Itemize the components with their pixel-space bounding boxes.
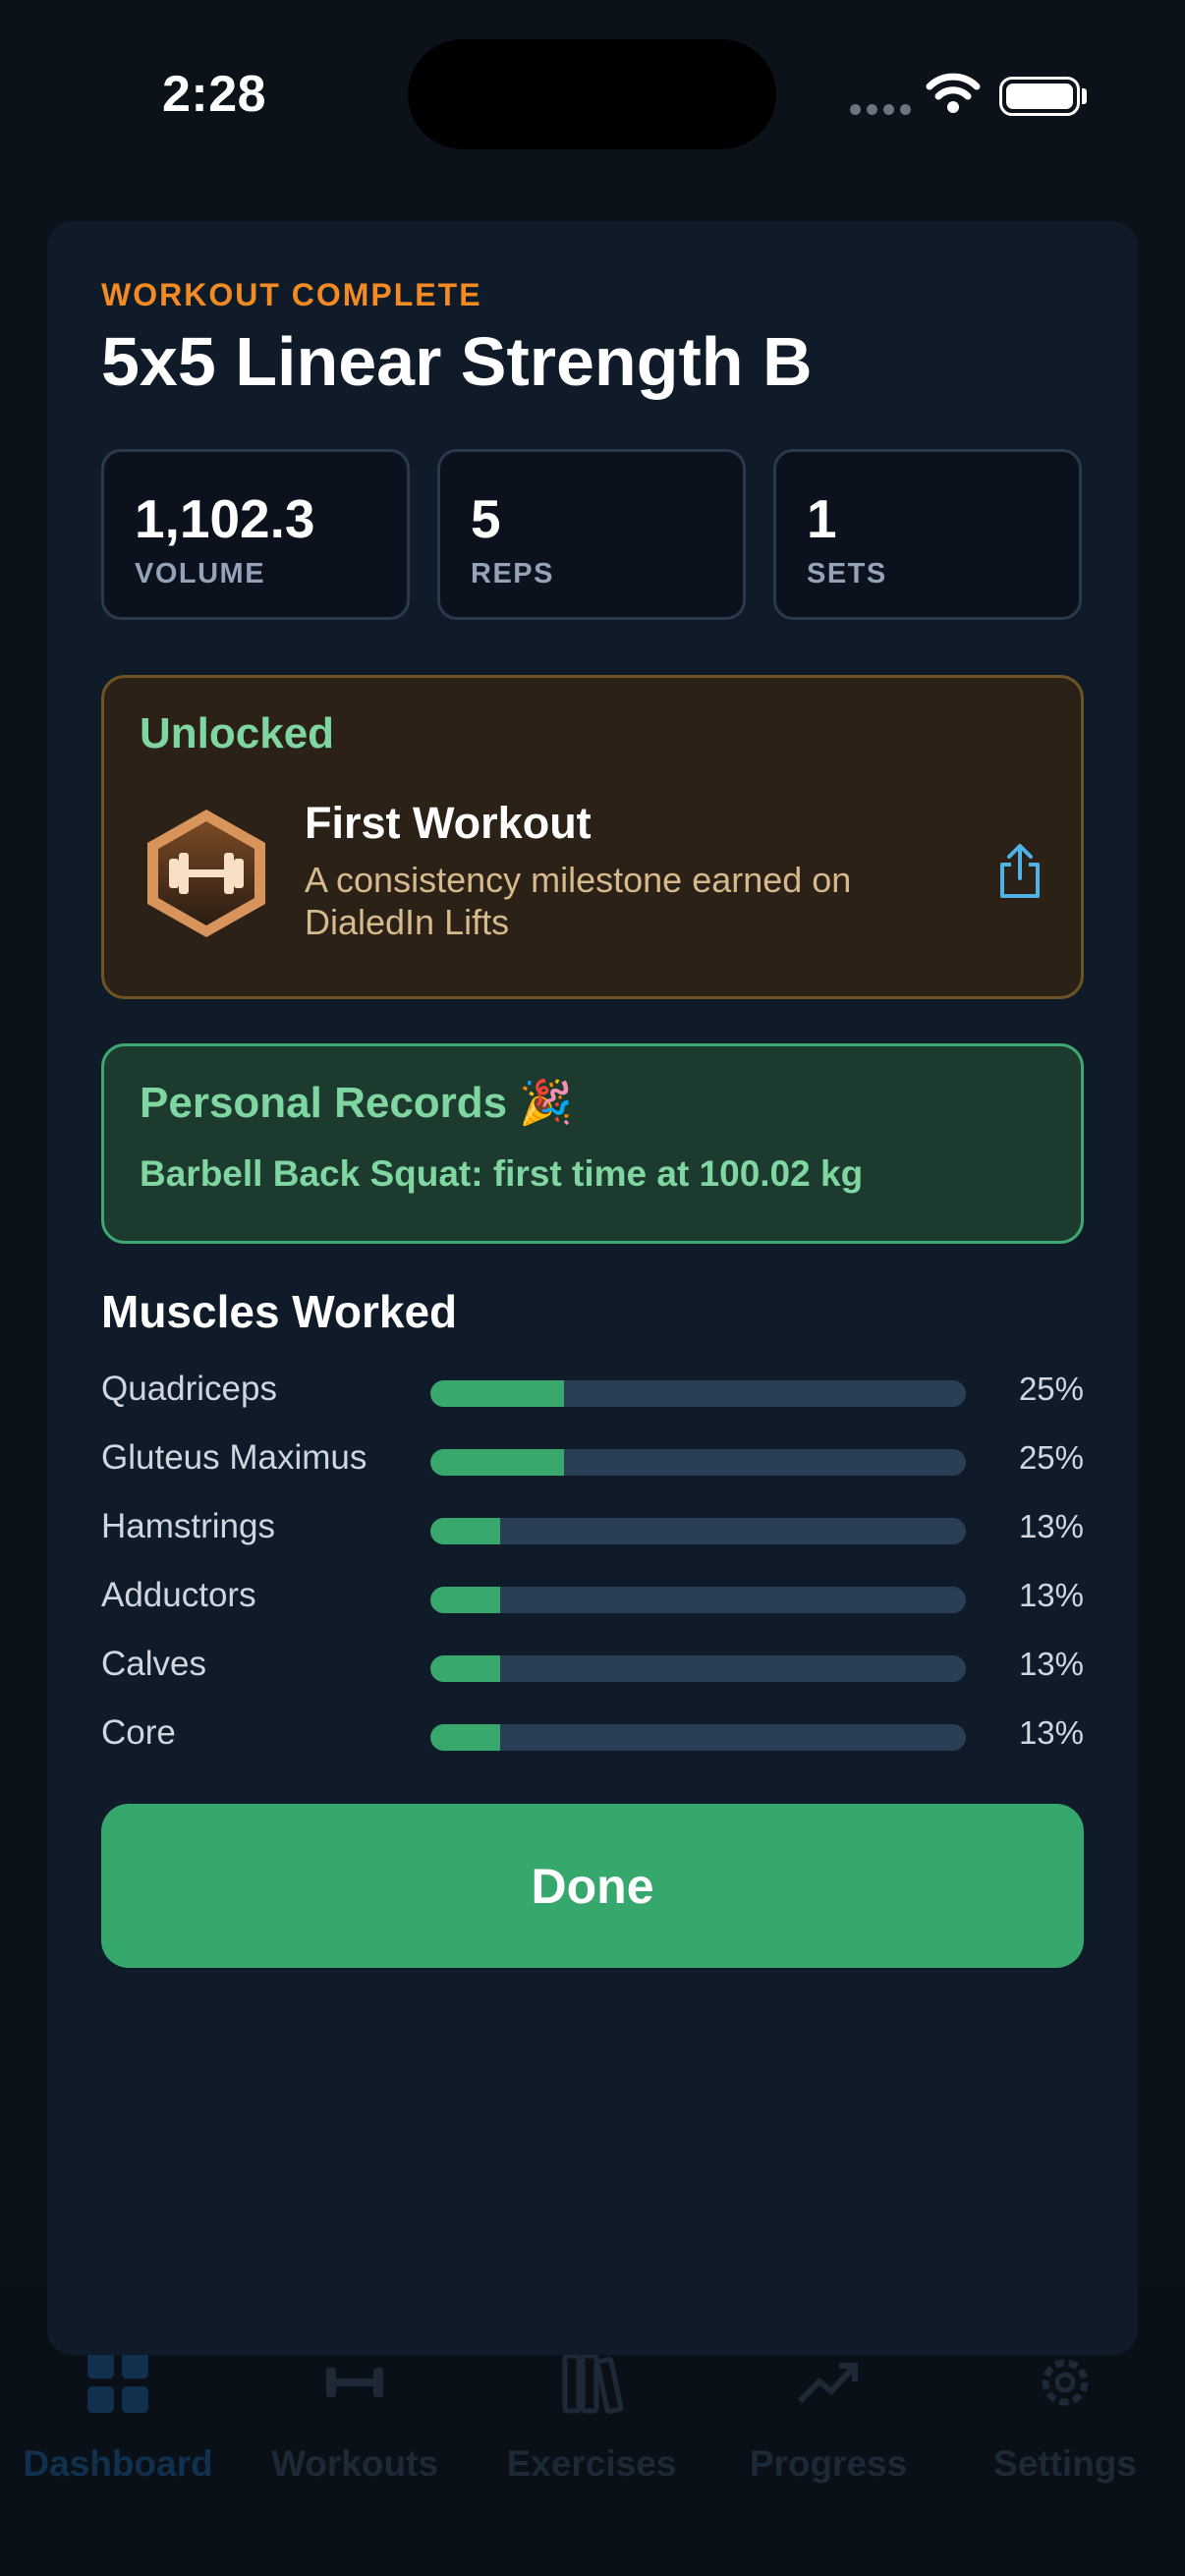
dumbbell-icon — [326, 2368, 383, 2397]
tab-exercises[interactable]: Exercises — [474, 2348, 709, 2485]
stat-value: 1,102.3 — [135, 488, 315, 549]
tab-dashboard[interactable]: Dashboard — [0, 2348, 236, 2485]
muscle-row: Core 13% — [101, 1710, 1084, 1756]
stat-label: REPS — [471, 558, 554, 589]
muscle-percent: 25% — [1018, 1439, 1084, 1476]
gear-icon — [1042, 2359, 1089, 2406]
muscle-bar-fill — [430, 1655, 500, 1682]
muscle-bar-fill — [430, 1518, 500, 1544]
tab-workouts[interactable]: Workouts — [237, 2348, 473, 2485]
books-icon — [562, 2353, 624, 2415]
muscle-row: Gluteus Maximus 25% — [101, 1435, 1084, 1481]
share-icon[interactable] — [994, 843, 1045, 900]
muscle-row: Calves 13% — [101, 1642, 1084, 1687]
stat-value: 5 — [471, 488, 501, 549]
muscle-row: Adductors 13% — [101, 1573, 1084, 1618]
achievement-title: First Workout — [305, 798, 592, 848]
muscle-bar-track — [430, 1380, 966, 1407]
muscle-bar-track — [430, 1449, 966, 1476]
tab-label: Workouts — [271, 2443, 438, 2484]
muscle-bar-fill — [430, 1380, 565, 1407]
muscle-name: Quadriceps — [101, 1370, 277, 1408]
tab-progress[interactable]: Progress — [710, 2348, 946, 2485]
stat-card-reps: 5 REPS — [437, 449, 746, 620]
battery-icon — [999, 77, 1080, 116]
muscle-name: Gluteus Maximus — [101, 1438, 367, 1477]
trend-icon — [797, 2363, 858, 2404]
muscle-bar-fill — [430, 1449, 565, 1476]
stat-label: VOLUME — [135, 558, 266, 589]
muscle-percent: 13% — [1018, 1714, 1084, 1751]
dynamic-island — [408, 39, 776, 149]
achievement-description: A consistency milestone earned on Dialed… — [305, 860, 852, 942]
muscle-bar-track — [430, 1724, 966, 1751]
personal-records-heading: Personal Records 🎉 — [140, 1079, 574, 1127]
muscle-row: Hamstrings 13% — [101, 1504, 1084, 1549]
muscles-worked-heading: Muscles Worked — [101, 1286, 458, 1337]
muscle-bar-fill — [430, 1724, 500, 1751]
muscle-name: Calves — [101, 1645, 206, 1683]
signal-icon — [850, 104, 911, 115]
workout-title: 5x5 Linear Strength B — [101, 323, 813, 400]
muscle-percent: 13% — [1018, 1646, 1084, 1682]
stat-card-sets: 1 SETS — [773, 449, 1082, 620]
tab-label: Exercises — [506, 2443, 677, 2484]
personal-records-card — [101, 1043, 1084, 1244]
muscle-bar-track — [430, 1587, 966, 1613]
muscle-bar-track — [430, 1655, 966, 1682]
muscle-percent: 25% — [1018, 1371, 1084, 1407]
tab-label: Settings — [993, 2443, 1137, 2484]
stat-label: SETS — [807, 558, 887, 589]
unlocked-heading: Unlocked — [140, 709, 335, 757]
personal-record-line: Barbell Back Squat: first time at 100.02… — [140, 1153, 864, 1194]
dumbbell-badge-icon — [147, 810, 265, 937]
muscle-bar-fill — [430, 1587, 500, 1613]
tab-settings[interactable]: Settings — [947, 2348, 1183, 2485]
muscle-percent: 13% — [1018, 1577, 1084, 1613]
muscle-percent: 13% — [1018, 1508, 1084, 1544]
done-button[interactable]: Done — [101, 1804, 1084, 1968]
tab-label: Progress — [749, 2443, 908, 2484]
tab-label: Dashboard — [23, 2443, 213, 2484]
muscle-name: Hamstrings — [101, 1507, 275, 1545]
stat-value: 1 — [807, 488, 837, 549]
muscle-bar-track — [430, 1518, 966, 1544]
muscle-row: Quadriceps 25% — [101, 1367, 1084, 1412]
workout-complete-kicker: WORKOUT COMPLETE — [101, 277, 482, 312]
grid-icon — [87, 2352, 148, 2413]
muscle-name: Adductors — [101, 1576, 256, 1614]
muscle-name: Core — [101, 1713, 176, 1752]
stat-card-volume: 1,102.3 VOLUME — [101, 449, 410, 620]
status-time: 2:28 — [162, 66, 267, 123]
wifi-icon — [926, 73, 981, 113]
battery-tip — [1082, 88, 1087, 104]
